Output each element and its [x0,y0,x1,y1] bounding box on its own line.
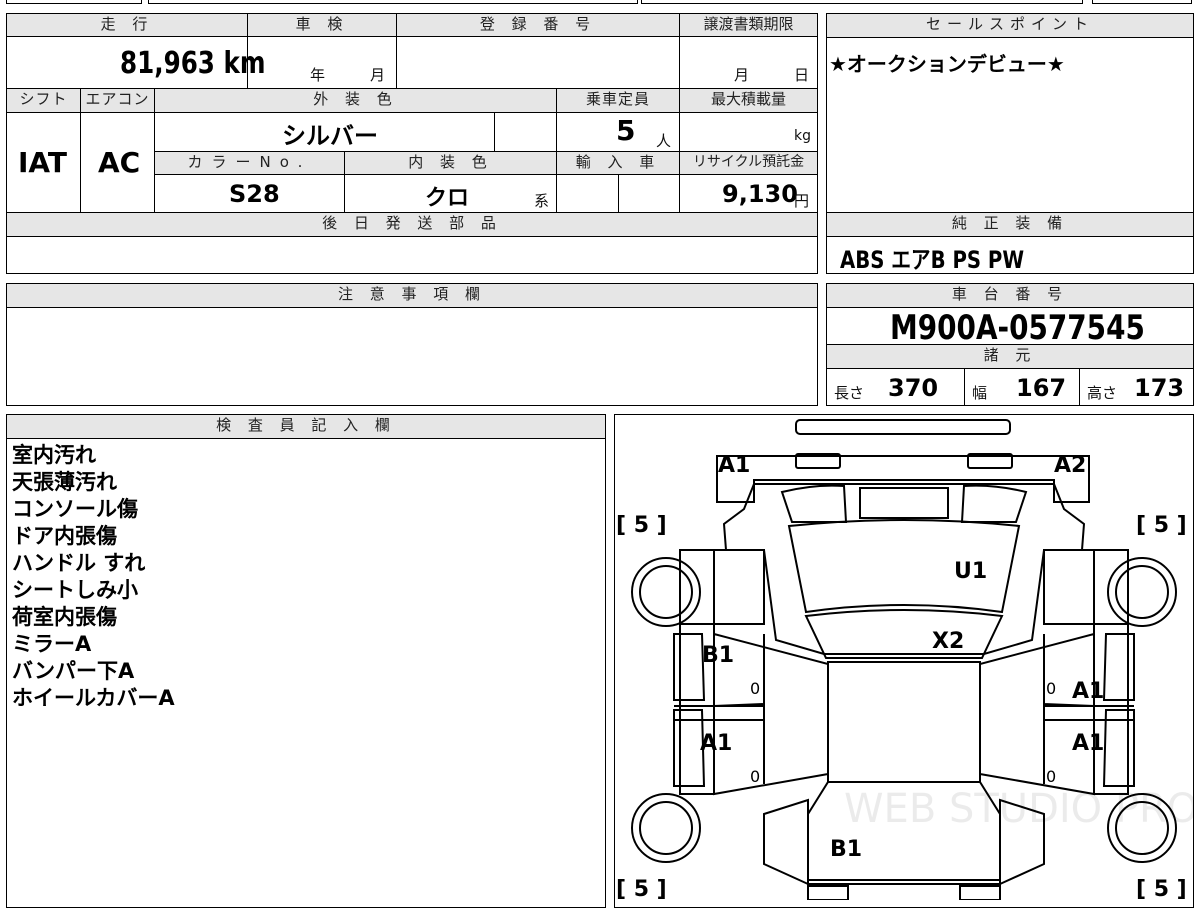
remark-item: ドア内張傷 [12,524,117,548]
registration-cell [396,36,680,89]
tire-front-right: [ 5 ] [1136,513,1187,538]
inspector-remarks-list: 室内汚れ 天張薄汚れ コンソール傷 ドア内張傷 ハンドル すれ シートしみ小 荷… [12,442,175,712]
inspection-label: 車 検 [247,13,397,37]
recycle-unit: 円 [794,192,810,210]
color-no-value: S28 [229,180,280,208]
tire-rear-left: [ 5 ] [616,877,667,900]
notes-cell [6,307,818,406]
dimensions-label: 諸 元 [826,344,1194,369]
import-cell-b [618,174,680,213]
remark-item: 荷室内張傷 [12,605,117,629]
remark-item: シートしみ小 [12,578,138,602]
top-strip-cell-2 [148,0,638,4]
diagram-windshield: X2 [932,629,964,654]
max-load-unit: kg [794,128,811,144]
top-strip-cell-1 [6,0,142,4]
later-parts-cell [6,236,818,274]
door-zero: 0 [1046,767,1056,786]
ac-value: AC [98,146,141,179]
remark-item: コンソール傷 [12,497,138,521]
diagram-right-rear-door: A1 [1072,731,1104,756]
diagram-right-front-door: A1 [1072,679,1104,704]
registration-label: 登 録 番 号 [396,13,680,37]
tire-rear-right: [ 5 ] [1136,877,1187,900]
remark-item: 室内汚れ [12,443,96,467]
import-label: 輸 入 車 [556,151,680,175]
door-zero: 0 [750,679,760,698]
exterior-extra-cell [494,112,557,152]
shift-label: シフト [6,88,81,113]
equipment-label: 純 正 装 備 [826,212,1194,237]
width-label: 幅 [972,384,988,402]
exterior-value: シルバー [282,122,378,150]
remark-item: バンパー下A [12,659,135,683]
capacity-label: 乗車定員 [556,88,680,113]
diagram-roof: U1 [954,559,987,584]
door-zero: 0 [1046,679,1056,698]
inspection-year: 年 [310,66,326,84]
height-value: 173 [1134,374,1185,402]
tire-front-left: [ 5 ] [616,513,667,538]
transfer-deadline-label: 譲渡書類期限 [679,13,818,37]
interior-unit: 系 [534,192,550,210]
width-value: 167 [1016,374,1067,402]
later-parts-label: 後 日 発 送 部 品 [6,212,818,237]
recycle-value: 9,130 [722,180,798,208]
diagram-left-front-door: B1 [702,643,734,668]
shift-value: IAT [18,146,68,179]
sales-point-label: セールスポイント [826,13,1194,38]
max-load-label: 最大積載量 [679,88,818,113]
diagram-rear: B1 [830,837,862,862]
chassis-value: M900A-0577545 [890,308,1145,348]
top-strip-cell-3 [641,0,1083,4]
chassis-label: 車 台 番 号 [826,283,1194,308]
equipment-text: ABS エアB PS PW [840,246,1025,274]
remark-item: 天張薄汚れ [12,470,117,494]
recycle-label: リサイクル預託金 [679,151,818,175]
remark-item: ミラーA [12,632,92,656]
length-label: 長さ [834,384,865,402]
transfer-month: 月 [734,66,750,84]
diagram-front-left: A1 [718,453,750,478]
car-diagram: A1 A2 U1 X2 B1 A1 A1 A1 B1 [ 5 ] [ 5 ] [… [616,419,1194,900]
door-zero: 0 [750,767,760,786]
sales-point-text: ★オークションデビュー★ [829,52,1065,76]
height-label: 高さ [1087,384,1118,402]
length-value: 370 [888,374,939,402]
inspection-month: 月 [370,66,386,84]
top-strip-cell-4 [1092,0,1192,4]
mileage-label: 走 行 [6,13,248,37]
capacity-unit: 人 [656,132,672,150]
ac-label: エアコン [80,88,155,113]
remark-item: ハンドル すれ [12,551,146,575]
interior-value: クロ [425,186,470,211]
capacity-value: 5 [616,114,636,147]
diagram-front-right: A2 [1054,453,1086,478]
color-no-label: カラーNo. [154,151,345,175]
import-cell-a [556,174,619,213]
remark-item: ホイールカバーA [12,686,175,710]
transfer-day: 日 [794,66,810,84]
watermark: WEB STUDIO PRO [844,786,1194,832]
notes-label: 注 意 事 項 欄 [6,283,818,308]
diagram-left-rear-door: A1 [700,731,732,756]
interior-label: 内 装 色 [344,151,557,175]
exterior-label: 外 装 色 [154,88,557,113]
inspector-label: 検 査 員 記 入 欄 [6,414,606,439]
